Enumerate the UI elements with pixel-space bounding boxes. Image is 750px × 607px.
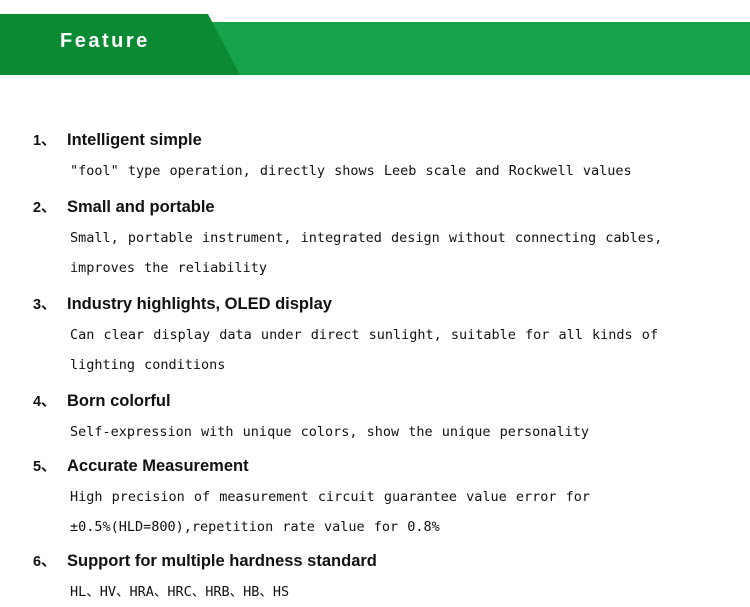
- feature-title-3: Industry highlights, OLED display: [67, 295, 332, 313]
- feature-description-2: Small, portable instrument, integrated d…: [0, 223, 750, 283]
- feature-number-3: 3、: [33, 297, 56, 313]
- feature-description-4-line-1: Self-expression with unique colors, show…: [70, 424, 590, 440]
- feature-item-3: 3、 Industry highlights, OLED display Can…: [0, 289, 750, 380]
- feature-description-6-line-1: HL、HV、HRA、HRC、HRB、HB、HS: [70, 584, 290, 600]
- feature-heading-6: 6、 Support for multiple hardness standar…: [0, 546, 750, 577]
- feature-number-2: 2、: [33, 200, 56, 216]
- feature-title-5: Accurate Measurement: [67, 457, 249, 475]
- feature-description-3: Can clear display data under direct sunl…: [0, 320, 750, 380]
- feature-heading-1: 1、 Intelligent simple: [0, 125, 750, 156]
- feature-description-5-line-1: High precision of measurement circuit gu…: [70, 489, 591, 505]
- feature-title-4: Born colorful: [67, 392, 171, 410]
- feature-number-5: 5、: [33, 459, 56, 475]
- feature-number-6: 6、: [33, 554, 56, 570]
- feature-description-3-line-1: Can clear display data under direct sunl…: [70, 327, 659, 343]
- feature-heading-4: 4、 Born colorful: [0, 386, 750, 417]
- feature-description-5-line-2: ±0.5%(HLD=800),repetition rate value for…: [70, 519, 440, 535]
- page-header-banner: Feature: [0, 0, 750, 75]
- feature-item-6: 6、 Support for multiple hardness standar…: [0, 546, 750, 607]
- feature-item-2: 2、 Small and portable Small, portable in…: [0, 192, 750, 283]
- feature-title-1: Intelligent simple: [67, 131, 202, 149]
- feature-description-2-line-1: Small, portable instrument, integrated d…: [70, 230, 663, 246]
- feature-title-2: Small and portable: [67, 198, 215, 216]
- feature-title-6: Support for multiple hardness standard: [67, 552, 377, 570]
- feature-description-6: HL、HV、HRA、HRC、HRB、HB、HS: [0, 577, 750, 607]
- feature-heading-5: 5、 Accurate Measurement: [0, 451, 750, 482]
- feature-heading-2: 2、 Small and portable: [0, 192, 750, 223]
- feature-item-1: 1、 Intelligent simple "fool" type operat…: [0, 125, 750, 186]
- feature-page: Feature 1、 Intelligent simple "fool" typ…: [0, 0, 750, 600]
- feature-heading-3: 3、 Industry highlights, OLED display: [0, 289, 750, 320]
- feature-description-5: High precision of measurement circuit gu…: [0, 482, 750, 542]
- feature-item-5: 5、 Accurate Measurement High precision o…: [0, 451, 750, 542]
- feature-description-2-line-2: improves the reliability: [70, 260, 268, 276]
- feature-number-1: 1、: [33, 133, 56, 149]
- feature-description-1-line-1: "fool" type operation, directly shows Le…: [70, 163, 632, 179]
- feature-item-4: 4、 Born colorful Self-expression with un…: [0, 386, 750, 447]
- feature-description-4: Self-expression with unique colors, show…: [0, 417, 750, 447]
- feature-description-1: "fool" type operation, directly shows Le…: [0, 156, 750, 186]
- feature-list: 1、 Intelligent simple "fool" type operat…: [0, 75, 750, 607]
- feature-number-4: 4、: [33, 394, 56, 410]
- page-title: Feature: [60, 30, 150, 52]
- feature-description-3-line-2: lighting conditions: [70, 357, 226, 373]
